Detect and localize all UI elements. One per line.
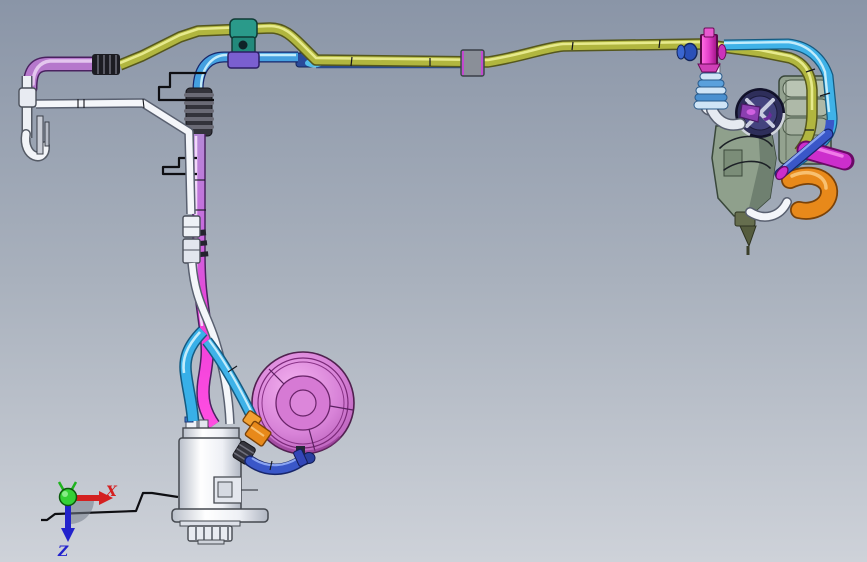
- valve-body: [702, 35, 716, 65]
- canister-flange: [171, 508, 269, 523]
- valve-cap: [703, 27, 715, 38]
- viewport-background: [0, 0, 867, 562]
- cad-viewport[interactable]: X Z: [0, 0, 867, 562]
- axis-x-label: X: [105, 484, 118, 500]
- valve-ring-right: [717, 44, 727, 60]
- canister-bottom-stub: [197, 539, 225, 545]
- axis-z-label: Z: [57, 544, 69, 560]
- valve-fitting-blue-small: [676, 44, 686, 60]
- tee-joint: [18, 87, 37, 108]
- canister-flange-step: [179, 520, 241, 527]
- tube-clamp-teal[interactable]: [227, 18, 260, 69]
- clamp-block: [460, 49, 485, 77]
- pump-cone-highlight: [746, 109, 756, 115]
- valve-flare: [697, 63, 721, 73]
- quick-connect-fitting: [182, 238, 201, 264]
- bracket-plate-thin: [44, 121, 50, 147]
- canister-ribbed-collar: [187, 525, 233, 542]
- disc-hub-center: [289, 389, 317, 417]
- origin-sphere-highlight: [62, 491, 68, 497]
- bracket-cylinder: [782, 98, 830, 117]
- clamp-bolt-hole: [238, 40, 248, 50]
- clamp-top-block: [229, 18, 258, 40]
- canister-pocket-bracket: [217, 481, 233, 498]
- clamp-lower-sleeve: [227, 51, 260, 69]
- tube-clamp-gray[interactable]: [460, 49, 485, 77]
- bracket-plate-thin: [36, 115, 44, 155]
- origin-sphere: [58, 487, 78, 507]
